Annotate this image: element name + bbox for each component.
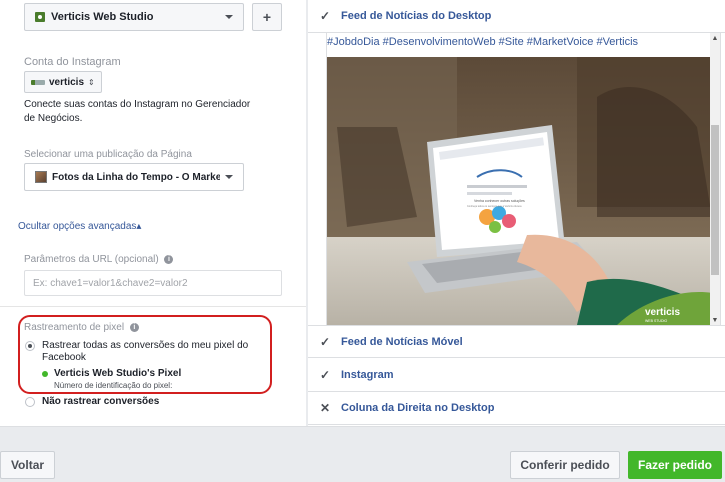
no-track-radio[interactable] — [25, 397, 35, 407]
add-page-button[interactable]: + — [252, 3, 282, 31]
ad-hashtags: #JobdoDia #DesenvolvimentoWeb #Site #Mar… — [327, 36, 639, 48]
url-params-input[interactable] — [24, 270, 282, 296]
ad-image-brand-sub: WEB STUDIO — [645, 319, 667, 323]
preview-scrollbar[interactable]: ▲ ▼ — [710, 33, 720, 326]
url-params-label-text: Parâmetros da URL — [24, 254, 112, 265]
info-icon[interactable]: i — [164, 254, 174, 264]
instagram-account-value: verticis — [49, 76, 85, 88]
scroll-down-icon[interactable]: ▼ — [711, 317, 719, 324]
url-params-optional-text: (opcional) — [114, 254, 159, 265]
page-logo-icon — [35, 12, 45, 22]
place-order-button[interactable]: Fazer pedido — [628, 451, 722, 479]
post-select[interactable]: Fotos da Linha do Tempo - O MarketVo... — [24, 163, 244, 191]
placement-label: Coluna da Direita no Desktop — [341, 402, 495, 414]
instagram-account-logo-icon — [31, 79, 45, 85]
back-button[interactable]: Voltar — [0, 451, 55, 479]
check-icon: ✓ — [320, 9, 331, 23]
page-select[interactable]: Verticis Web Studio — [24, 3, 244, 31]
placement-label: Instagram — [341, 369, 394, 381]
url-params-label: Parâmetros da URL (opcional) i — [24, 254, 174, 265]
hide-advanced-options-link[interactable]: Ocultar opções avançadas▴ — [18, 221, 141, 232]
no-track-label: Não rastrear conversões — [42, 396, 160, 407]
check-icon: ✓ — [320, 368, 331, 382]
post-thumbnail-icon — [35, 171, 47, 183]
chevron-down-icon — [225, 175, 233, 179]
placement-label: Feed de Notícias do Desktop — [341, 10, 492, 22]
section-divider — [0, 306, 306, 307]
pixel-highlight-outline — [18, 315, 272, 394]
placements-preview-panel: ✓ Feed de Notícias do Desktop #JobdoDia … — [308, 0, 725, 426]
chevron-down-icon — [225, 15, 233, 19]
ad-image-screen-sub: Conheça todos os serviços que a Verticis… — [467, 205, 522, 208]
scrollbar-thumb[interactable] — [711, 125, 719, 275]
placement-label: Feed de Notícias Móvel — [341, 335, 463, 348]
placement-instagram[interactable]: ✓ Instagram — [308, 359, 725, 392]
ad-preview: #JobdoDia #DesenvolvimentoWeb #Site #Mar… — [326, 32, 721, 326]
instagram-account-label: Conta do Instagram — [24, 56, 121, 68]
ad-image-screen-heading: Venha conhecer outras soluções — [474, 199, 525, 203]
updown-icon: ⇕ — [88, 77, 95, 87]
close-icon: ✕ — [320, 401, 331, 415]
footer-bar: Voltar Conferir pedido Fazer pedido — [0, 426, 725, 482]
post-select-label: Selecionar uma publicação da Página — [24, 149, 192, 160]
ad-image-illustration: verticis WEB STUDIO Venha conhecer outra… — [327, 57, 712, 325]
placement-desktop-right-column[interactable]: ✕ Coluna da Direita no Desktop — [308, 392, 725, 425]
ad-image-brand: verticis — [645, 307, 680, 318]
post-select-value: Fotos da Linha do Tempo - O MarketVo... — [52, 171, 220, 183]
scroll-up-icon[interactable]: ▲ — [711, 35, 719, 42]
page-select-label: Verticis Web Studio — [51, 11, 154, 23]
instagram-account-select[interactable]: verticis ⇕ — [24, 71, 102, 93]
ad-settings-panel: Verticis Web Studio + Conta do Instagram… — [0, 0, 306, 426]
review-order-button[interactable]: Conferir pedido — [510, 451, 620, 479]
placement-desktop-feed[interactable]: ✓ Feed de Notícias do Desktop — [308, 0, 725, 33]
check-icon: ✓ — [320, 334, 331, 349]
placement-mobile-feed[interactable]: ✓ Feed de Notícias Móvel — [308, 325, 725, 358]
instagram-description: Conecte suas contas do Instagram no Gere… — [24, 99, 251, 124]
ad-image: verticis WEB STUDIO Venha conhecer outra… — [327, 57, 712, 325]
